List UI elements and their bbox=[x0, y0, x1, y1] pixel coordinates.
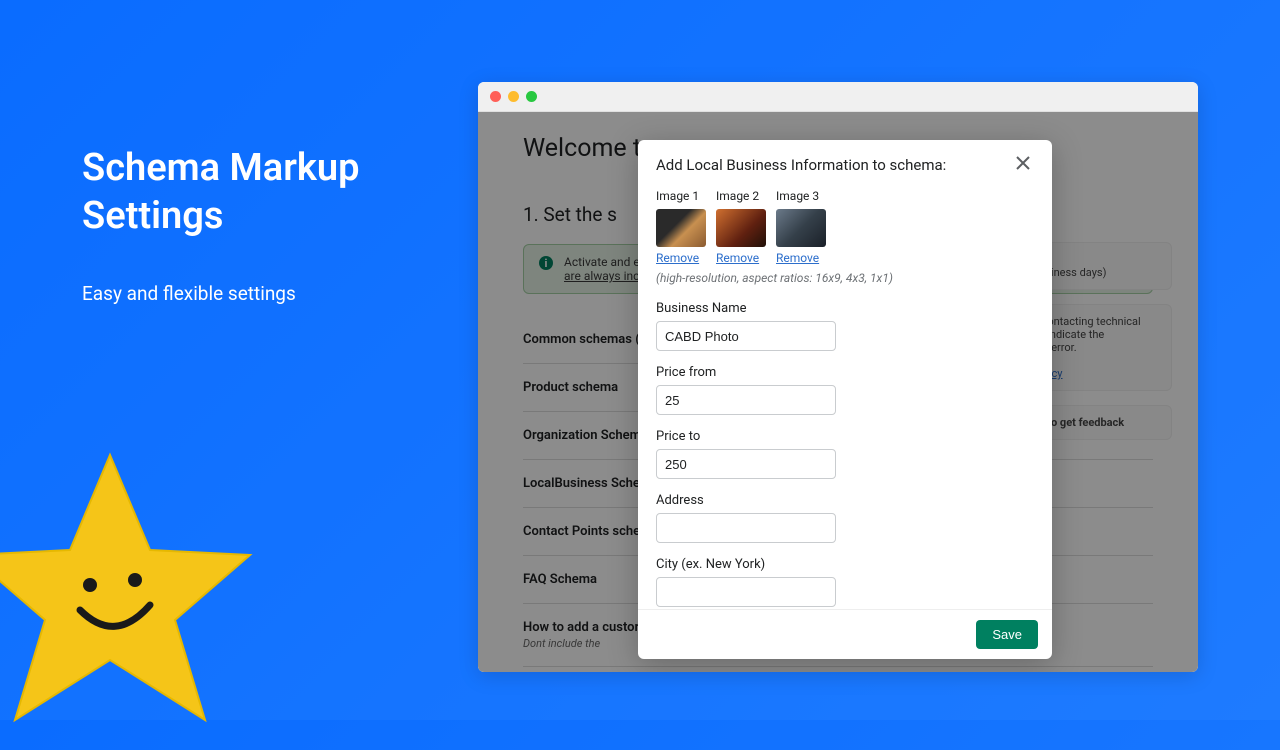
image-label: Image 3 bbox=[776, 189, 826, 203]
hero-panel: Schema Markup Settings Easy and flexible… bbox=[82, 145, 402, 310]
price-to-input[interactable] bbox=[656, 449, 836, 479]
images-row: Image 1 Remove Image 2 Remove Image 3 Re… bbox=[656, 189, 1034, 265]
close-icon bbox=[1016, 156, 1030, 170]
maximize-window-icon[interactable] bbox=[526, 91, 537, 102]
price-from-input[interactable] bbox=[656, 385, 836, 415]
modal-body[interactable]: Image 1 Remove Image 2 Remove Image 3 Re… bbox=[638, 185, 1052, 609]
hero-title: Schema Markup Settings bbox=[82, 145, 402, 240]
field-price-from: Price from bbox=[656, 365, 1034, 415]
image-thumbnail[interactable] bbox=[776, 209, 826, 247]
modal-title: Add Local Business Information to schema… bbox=[656, 156, 946, 174]
close-button[interactable] bbox=[1012, 154, 1034, 175]
app-window: Welcome t 1. Set the s i Activate and ed… bbox=[478, 82, 1198, 672]
field-label: City (ex. New York) bbox=[656, 557, 1034, 572]
field-label: Price to bbox=[656, 429, 1034, 444]
local-business-modal: Add Local Business Information to schema… bbox=[638, 140, 1052, 659]
minimize-window-icon[interactable] bbox=[508, 91, 519, 102]
save-button[interactable]: Save bbox=[976, 620, 1038, 649]
close-window-icon[interactable] bbox=[490, 91, 501, 102]
field-price-to: Price to bbox=[656, 429, 1034, 479]
star-mascot bbox=[0, 430, 270, 750]
modal-header: Add Local Business Information to schema… bbox=[638, 140, 1052, 185]
image-label: Image 1 bbox=[656, 189, 706, 203]
field-label: Address bbox=[656, 493, 1034, 508]
image-upload-3: Image 3 Remove bbox=[776, 189, 826, 265]
remove-image-link[interactable]: Remove bbox=[776, 251, 819, 265]
remove-image-link[interactable]: Remove bbox=[716, 251, 759, 265]
city-input[interactable] bbox=[656, 577, 836, 607]
image-thumbnail[interactable] bbox=[656, 209, 706, 247]
field-business-name: Business Name bbox=[656, 301, 1034, 351]
titlebar bbox=[478, 82, 1198, 112]
image-upload-1: Image 1 Remove bbox=[656, 189, 706, 265]
image-thumbnail[interactable] bbox=[716, 209, 766, 247]
field-city: City (ex. New York) bbox=[656, 557, 1034, 607]
field-label: Business Name bbox=[656, 301, 1034, 316]
field-address: Address bbox=[656, 493, 1034, 543]
hero-subtitle: Easy and flexible settings bbox=[82, 278, 402, 310]
business-name-input[interactable] bbox=[656, 321, 836, 351]
image-upload-2: Image 2 Remove bbox=[716, 189, 766, 265]
address-input[interactable] bbox=[656, 513, 836, 543]
image-hint: (high-resolution, aspect ratios: 16x9, 4… bbox=[656, 271, 1034, 285]
image-label: Image 2 bbox=[716, 189, 766, 203]
modal-footer: Save bbox=[638, 609, 1052, 659]
field-label: Price from bbox=[656, 365, 1034, 380]
remove-image-link[interactable]: Remove bbox=[656, 251, 699, 265]
